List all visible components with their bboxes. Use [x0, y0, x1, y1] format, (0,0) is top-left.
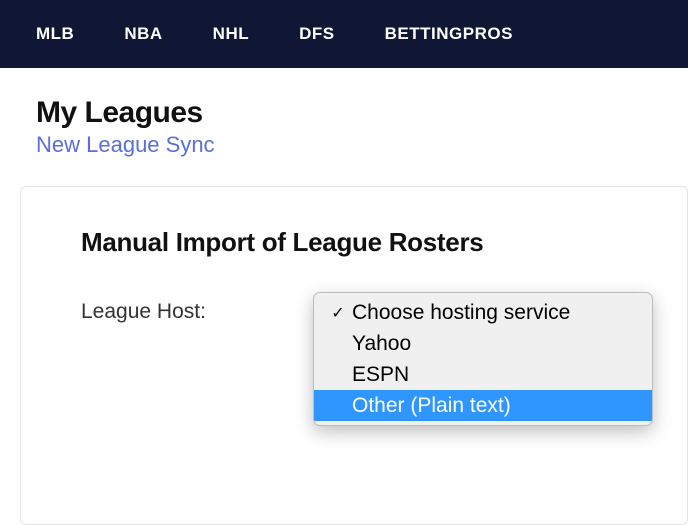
dropdown-item-other[interactable]: Other (Plain text) — [314, 390, 652, 421]
page-header: My Leagues New League Sync — [0, 68, 688, 158]
card-title: Manual Import of League Rosters — [81, 227, 627, 258]
nav-item-nhl[interactable]: NHL — [213, 24, 249, 44]
nav-item-bettingpros[interactable]: BETTINGPROS — [385, 24, 513, 44]
nav-item-dfs[interactable]: DFS — [299, 24, 335, 44]
dropdown-item-espn[interactable]: ESPN — [314, 359, 652, 390]
dropdown-item-label: Yahoo — [352, 332, 642, 356]
dropdown-menu: ✓ Choose hosting service Yahoo ESPN Othe… — [313, 292, 653, 426]
page-title: My Leagues — [36, 96, 688, 130]
page-subtitle[interactable]: New League Sync — [36, 132, 688, 158]
dropdown-item-label: Choose hosting service — [352, 301, 642, 325]
dropdown-item-choose[interactable]: ✓ Choose hosting service — [314, 297, 652, 328]
nav-item-nba[interactable]: NBA — [124, 24, 162, 44]
dropdown-item-label: Other (Plain text) — [352, 394, 642, 418]
check-icon: ✓ — [324, 303, 352, 323]
import-card: Manual Import of League Rosters League H… — [20, 186, 688, 525]
nav-item-mlb[interactable]: MLB — [36, 24, 74, 44]
league-host-row: League Host: ✓ Choose hosting service Ya… — [81, 298, 627, 324]
league-host-label: League Host: — [81, 298, 313, 324]
dropdown-item-yahoo[interactable]: Yahoo — [314, 328, 652, 359]
top-nav: MLB NBA NHL DFS BETTINGPROS — [0, 0, 688, 68]
dropdown-item-label: ESPN — [352, 363, 642, 387]
